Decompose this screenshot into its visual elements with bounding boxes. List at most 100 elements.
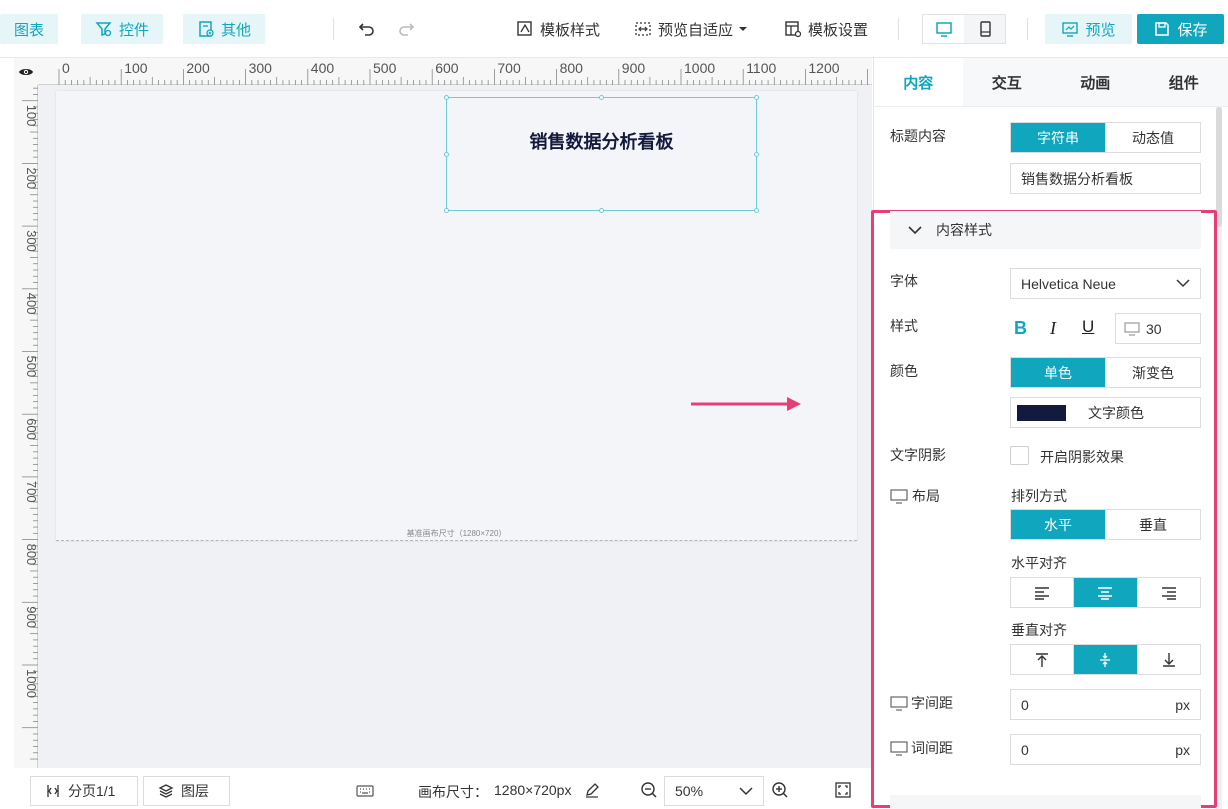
arrange-horizontal[interactable]: 水平 (1011, 510, 1105, 539)
chart-button[interactable]: 图表 (0, 14, 59, 44)
layers-label: 图层 (181, 783, 209, 799)
align-bottom-button[interactable] (1136, 645, 1200, 674)
zoom-in-icon (772, 782, 788, 798)
chevron-down-icon (908, 225, 922, 234)
zoom-in-button[interactable] (771, 781, 789, 802)
resize-handle[interactable] (444, 152, 449, 157)
word-spacing-input[interactable]: 0 px (1010, 734, 1201, 765)
vertical-align-label: 垂直对齐 (1011, 622, 1067, 638)
next-section-header[interactable] (890, 795, 1201, 809)
color-mode-gradient[interactable]: 渐变色 (1105, 358, 1200, 387)
letter-spacing-input[interactable]: 0 px (1010, 689, 1201, 720)
font-select[interactable]: Helvetica Neue (1010, 268, 1201, 299)
pencil-icon (586, 783, 599, 798)
resize-handle[interactable] (754, 152, 759, 157)
letter-spacing-unit: px (1175, 696, 1190, 713)
color-mode-solid[interactable]: 单色 (1011, 358, 1105, 387)
align-left-button[interactable] (1011, 578, 1074, 607)
toolbar-divider (333, 18, 334, 40)
keyboard-icon (356, 785, 374, 797)
zoom-out-button[interactable] (640, 781, 658, 802)
top-toolbar: 图表 控件 其他 模板样式 预览自适应 模板设置 预览 保存 (0, 0, 1228, 58)
desktop-icon (1124, 321, 1140, 336)
eye-icon (19, 68, 33, 75)
canvas-boundary-line (56, 540, 857, 541)
align-top-button[interactable] (1011, 645, 1074, 674)
mobile-view-button[interactable] (964, 15, 1005, 43)
title-mode-dynamic[interactable]: 动态值 (1105, 123, 1200, 152)
redo-button[interactable] (396, 14, 416, 44)
resize-handle[interactable] (444, 208, 449, 213)
control-button[interactable]: 控件 (81, 14, 164, 44)
resize-handle[interactable] (599, 208, 604, 213)
document-add-icon (199, 21, 214, 37)
ruler-label: 700 (497, 60, 521, 76)
template-style-button[interactable]: 模板样式 (516, 14, 600, 44)
preview-adapt-dropdown[interactable]: 预览自适应 (634, 14, 748, 44)
ruler-label: 800 (560, 60, 584, 76)
ruler-label: 1000 (684, 60, 715, 76)
tab-component[interactable]: 组件 (1140, 58, 1228, 106)
layers-button[interactable]: 图层 (143, 776, 230, 806)
ruler-label: 300 (249, 60, 273, 76)
template-settings-button[interactable]: 模板设置 (784, 14, 868, 44)
resize-handle[interactable] (599, 95, 604, 100)
save-button[interactable]: 保存 (1137, 14, 1224, 44)
italic-toggle[interactable]: I (1050, 318, 1056, 339)
tab-content[interactable]: 内容 (874, 58, 963, 106)
annotation-arrow-icon (691, 397, 801, 411)
edit-canvas-size-button[interactable] (584, 782, 600, 801)
chevron-down-icon (1176, 279, 1190, 288)
dashboard-canvas[interactable]: 销售数据分析看板 基准画布尺寸（1280×720） (56, 91, 857, 541)
align-center-button[interactable] (1073, 578, 1137, 607)
arrange-vertical[interactable]: 垂直 (1105, 510, 1200, 539)
fullscreen-button[interactable] (835, 782, 851, 801)
undo-button[interactable] (357, 14, 377, 44)
text-color-picker[interactable]: 文字颜色 (1010, 397, 1201, 428)
shadow-checkbox[interactable] (1010, 446, 1029, 465)
horizontal-ruler-ticks: 0 100 200 300 400 500 600 700 800 900 1000 1100 1200 (58, 60, 868, 85)
title-text-input[interactable]: 销售数据分析看板 (1010, 163, 1201, 194)
ruler-visibility-toggle[interactable] (14, 58, 38, 85)
chart-label: 图表 (14, 21, 45, 39)
canvas-workspace[interactable]: 0 100 200 300 400 500 600 700 800 900 1000 1100 1200… (14, 58, 872, 768)
title-mode-toggle: 字符串 动态值 (1010, 122, 1201, 153)
word-spacing-unit: px (1175, 741, 1190, 758)
keyboard-shortcuts-button[interactable] (356, 784, 374, 801)
resize-handle[interactable] (754, 95, 759, 100)
ruler-label: 100 (124, 60, 148, 76)
tab-animation[interactable]: 动画 (1051, 58, 1140, 106)
align-middle-button[interactable] (1073, 645, 1137, 674)
ruler-label: 700 (24, 481, 38, 503)
title-component[interactable]: 销售数据分析看板 (444, 95, 759, 213)
underline-toggle[interactable]: U (1082, 317, 1094, 337)
horizontal-align-label: 水平对齐 (1011, 555, 1067, 571)
layout-settings-icon (785, 21, 802, 38)
pagination-button[interactable]: 分页1/1 (30, 776, 138, 806)
word-spacing-label-group: 词间距 (890, 738, 953, 758)
title-mode-string[interactable]: 字符串 (1011, 123, 1105, 152)
title-content-label: 标题内容 (890, 128, 946, 144)
resize-handle[interactable] (754, 208, 759, 213)
tab-interaction[interactable]: 交互 (963, 58, 1052, 106)
property-panel: 内容 交互 动画 组件 标题内容 字符串 动态值 销售数据分析看板 内容样式 字… (871, 58, 1228, 809)
font-size-input[interactable]: 30 (1115, 313, 1201, 344)
resize-handle[interactable] (444, 95, 449, 100)
desktop-view-button[interactable] (923, 15, 964, 43)
align-middle-icon (1100, 652, 1111, 667)
horizontal-align-toggle (1010, 577, 1201, 608)
preview-button[interactable]: 预览 (1045, 14, 1132, 44)
vertical-ruler-ticks: 100 200 300 400 500 600 700 800 900 1000 (22, 87, 39, 760)
ruler-label: 0 (62, 60, 70, 76)
color-mode-toggle: 单色 渐变色 (1010, 357, 1201, 388)
text-color-label: 文字颜色 (1088, 404, 1144, 421)
align-right-button[interactable] (1136, 578, 1200, 607)
zoom-select[interactable]: 50% (664, 776, 764, 806)
scrollbar-thumb[interactable] (1216, 107, 1222, 227)
word-spacing-label: 词间距 (911, 740, 953, 756)
horizontal-ruler: 0 100 200 300 400 500 600 700 800 900 1000 1100 1200 (14, 58, 872, 85)
arrange-toggle: 水平 垂直 (1010, 509, 1201, 540)
bold-toggle[interactable]: B (1014, 318, 1027, 339)
content-style-section-header[interactable]: 内容样式 (890, 211, 1201, 249)
other-button[interactable]: 其他 (183, 14, 266, 44)
